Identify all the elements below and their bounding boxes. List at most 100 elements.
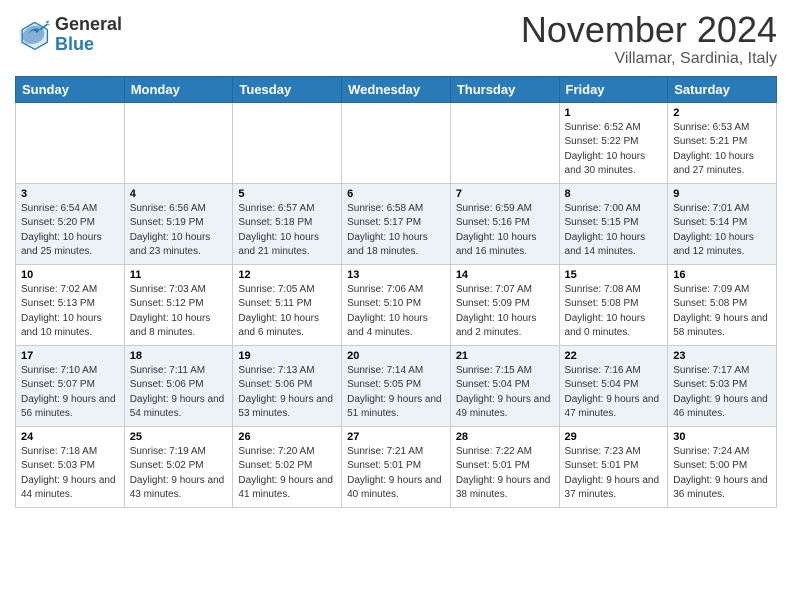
day-number: 15: [565, 269, 663, 281]
page: General Blue November 2024 Villamar, Sar…: [0, 0, 792, 523]
week-row-4: 17 Sunrise: 7:10 AM Sunset: 5:07 PM Dayli…: [16, 345, 777, 426]
day-number: 16: [673, 269, 771, 281]
day-number: 28: [456, 431, 554, 443]
logo-icon: [15, 17, 51, 53]
day-number: 7: [456, 188, 554, 200]
day-info: Sunrise: 6:59 AM Sunset: 5:16 PM Dayligh…: [456, 202, 554, 260]
day-info: Sunrise: 7:21 AM Sunset: 5:01 PM Dayligh…: [347, 445, 445, 503]
day-cell: 18 Sunrise: 7:11 AM Sunset: 5:06 PM Dayli…: [124, 345, 233, 426]
day-number: 24: [21, 431, 119, 443]
day-cell: 4Sunrise: 6:56 AM Sunset: 5:19 PM Daylig…: [124, 183, 233, 264]
day-number: 17: [21, 350, 119, 362]
day-number: 18: [130, 350, 228, 362]
day-info: Sunrise: 7:02 AM Sunset: 5:13 PM Dayligh…: [21, 283, 119, 341]
day-info: Sunrise: 7:06 AM Sunset: 5:10 PM Dayligh…: [347, 283, 445, 341]
day-info: Sunrise: 7:24 AM Sunset: 5:00 PM Dayligh…: [673, 445, 771, 503]
day-info: Sunrise: 7:05 AM Sunset: 5:11 PM Dayligh…: [238, 283, 336, 341]
logo-text: General Blue: [55, 15, 122, 55]
day-cell: 15 Sunrise: 7:08 AM Sunset: 5:08 PM Dayli…: [559, 264, 668, 345]
calendar-table: SundayMondayTuesdayWednesdayThursdayFrid…: [15, 76, 777, 508]
day-cell: 2 Sunrise: 6:53 AM Sunset: 5:21 PM Daylig…: [668, 102, 777, 183]
day-number: 30: [673, 431, 771, 443]
day-cell: 17 Sunrise: 7:10 AM Sunset: 5:07 PM Dayli…: [16, 345, 125, 426]
day-info: Sunrise: 7:20 AM Sunset: 5:02 PM Dayligh…: [238, 445, 336, 503]
day-cell: [450, 102, 559, 183]
day-info: Sunrise: 7:18 AM Sunset: 5:03 PM Dayligh…: [21, 445, 119, 503]
day-info: Sunrise: 7:23 AM Sunset: 5:01 PM Dayligh…: [565, 445, 663, 503]
day-number: 26: [238, 431, 336, 443]
day-info: Sunrise: 7:14 AM Sunset: 5:05 PM Dayligh…: [347, 364, 445, 422]
day-info: Sunrise: 7:22 AM Sunset: 5:01 PM Dayligh…: [456, 445, 554, 503]
day-cell: 27 Sunrise: 7:21 AM Sunset: 5:01 PM Dayli…: [342, 426, 451, 507]
day-info: Sunrise: 6:53 AM Sunset: 5:21 PM Dayligh…: [673, 121, 771, 179]
day-cell: [342, 102, 451, 183]
day-info: Sunrise: 7:11 AM Sunset: 5:06 PM Dayligh…: [130, 364, 228, 422]
day-info: Sunrise: 7:08 AM Sunset: 5:08 PM Dayligh…: [565, 283, 663, 341]
day-info: Sunrise: 7:07 AM Sunset: 5:09 PM Dayligh…: [456, 283, 554, 341]
day-cell: 19 Sunrise: 7:13 AM Sunset: 5:06 PM Dayli…: [233, 345, 342, 426]
day-cell: 8Sunrise: 7:00 AM Sunset: 5:15 PM Daylig…: [559, 183, 668, 264]
day-number: 13: [347, 269, 445, 281]
weekday-header-thursday: Thursday: [450, 76, 559, 102]
day-number: 6: [347, 188, 445, 200]
day-cell: 23 Sunrise: 7:17 AM Sunset: 5:03 PM Dayli…: [668, 345, 777, 426]
day-cell: [16, 102, 125, 183]
day-number: 10: [21, 269, 119, 281]
day-cell: [233, 102, 342, 183]
day-info: Sunrise: 7:09 AM Sunset: 5:08 PM Dayligh…: [673, 283, 771, 341]
week-row-3: 10 Sunrise: 7:02 AM Sunset: 5:13 PM Dayli…: [16, 264, 777, 345]
day-number: 29: [565, 431, 663, 443]
day-number: 23: [673, 350, 771, 362]
day-info: Sunrise: 7:01 AM Sunset: 5:14 PM Dayligh…: [673, 202, 771, 260]
logo-blue-text: Blue: [55, 35, 122, 55]
weekday-header-row: SundayMondayTuesdayWednesdayThursdayFrid…: [16, 76, 777, 102]
month-title: November 2024: [521, 10, 777, 50]
day-cell: 5Sunrise: 6:57 AM Sunset: 5:18 PM Daylig…: [233, 183, 342, 264]
day-cell: [124, 102, 233, 183]
day-number: 2: [673, 107, 771, 119]
day-cell: 24 Sunrise: 7:18 AM Sunset: 5:03 PM Dayli…: [16, 426, 125, 507]
day-info: Sunrise: 7:17 AM Sunset: 5:03 PM Dayligh…: [673, 364, 771, 422]
day-number: 19: [238, 350, 336, 362]
day-cell: 26 Sunrise: 7:20 AM Sunset: 5:02 PM Dayli…: [233, 426, 342, 507]
day-cell: 3 Sunrise: 6:54 AM Sunset: 5:20 PM Daylig…: [16, 183, 125, 264]
day-cell: 1 Sunrise: 6:52 AM Sunset: 5:22 PM Daylig…: [559, 102, 668, 183]
day-info: Sunrise: 7:03 AM Sunset: 5:12 PM Dayligh…: [130, 283, 228, 341]
weekday-header-saturday: Saturday: [668, 76, 777, 102]
day-info: Sunrise: 6:58 AM Sunset: 5:17 PM Dayligh…: [347, 202, 445, 260]
weekday-header-sunday: Sunday: [16, 76, 125, 102]
day-cell: 22Sunrise: 7:16 AM Sunset: 5:04 PM Dayli…: [559, 345, 668, 426]
day-cell: 9 Sunrise: 7:01 AM Sunset: 5:14 PM Daylig…: [668, 183, 777, 264]
day-info: Sunrise: 6:52 AM Sunset: 5:22 PM Dayligh…: [565, 121, 663, 179]
day-number: 5: [238, 188, 336, 200]
weekday-header-friday: Friday: [559, 76, 668, 102]
day-cell: 16 Sunrise: 7:09 AM Sunset: 5:08 PM Dayli…: [668, 264, 777, 345]
day-number: 27: [347, 431, 445, 443]
day-info: Sunrise: 6:54 AM Sunset: 5:20 PM Dayligh…: [21, 202, 119, 260]
day-number: 21: [456, 350, 554, 362]
day-cell: 29 Sunrise: 7:23 AM Sunset: 5:01 PM Dayli…: [559, 426, 668, 507]
weekday-header-monday: Monday: [124, 76, 233, 102]
day-cell: 28 Sunrise: 7:22 AM Sunset: 5:01 PM Dayli…: [450, 426, 559, 507]
day-cell: 6 Sunrise: 6:58 AM Sunset: 5:17 PM Daylig…: [342, 183, 451, 264]
day-number: 20: [347, 350, 445, 362]
logo: General Blue: [15, 15, 122, 55]
day-number: 3: [21, 188, 119, 200]
day-cell: 20 Sunrise: 7:14 AM Sunset: 5:05 PM Dayli…: [342, 345, 451, 426]
weekday-header-wednesday: Wednesday: [342, 76, 451, 102]
day-number: 25: [130, 431, 228, 443]
day-info: Sunrise: 7:15 AM Sunset: 5:04 PM Dayligh…: [456, 364, 554, 422]
week-row-1: 1 Sunrise: 6:52 AM Sunset: 5:22 PM Daylig…: [16, 102, 777, 183]
day-number: 14: [456, 269, 554, 281]
day-number: 8: [565, 188, 663, 200]
day-info: Sunrise: 7:19 AM Sunset: 5:02 PM Dayligh…: [130, 445, 228, 503]
day-cell: 7 Sunrise: 6:59 AM Sunset: 5:16 PM Daylig…: [450, 183, 559, 264]
day-number: 9: [673, 188, 771, 200]
weekday-header-tuesday: Tuesday: [233, 76, 342, 102]
day-number: 11: [130, 269, 228, 281]
day-info: Sunrise: 7:10 AM Sunset: 5:07 PM Dayligh…: [21, 364, 119, 422]
logo-general-text: General: [55, 15, 122, 35]
day-info: Sunrise: 7:13 AM Sunset: 5:06 PM Dayligh…: [238, 364, 336, 422]
day-number: 1: [565, 107, 663, 119]
day-number: 12: [238, 269, 336, 281]
